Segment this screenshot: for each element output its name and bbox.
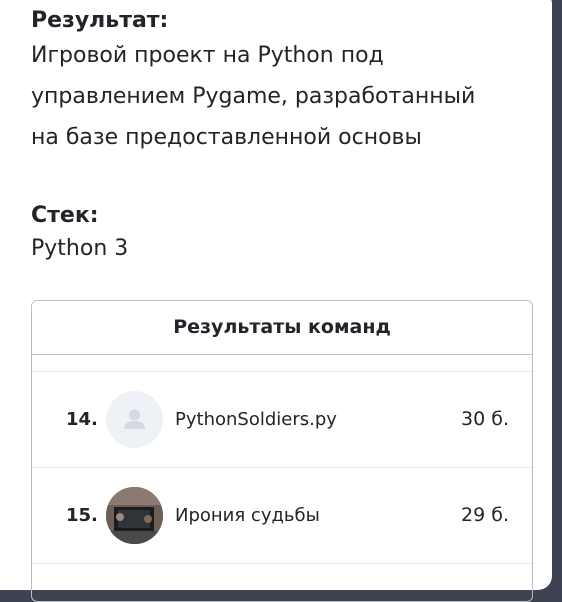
team-name[interactable]: Ирония судьбы — [175, 468, 320, 563]
stack-value: Python 3 — [31, 236, 129, 261]
row-divider — [32, 563, 532, 564]
table-row[interactable]: 14. PythonSoldiers.py 30 б. — [32, 372, 532, 467]
team-results-header: Результаты команд — [32, 301, 532, 355]
team-results-list[interactable]: 14. PythonSoldiers.py 30 б. 15. Ирония с… — [32, 355, 532, 564]
team-name[interactable]: PythonSoldiers.py — [175, 372, 337, 467]
team-rank: 15. — [66, 505, 98, 526]
result-line: управлением Pygame, разработанный — [31, 84, 476, 109]
result-heading: Результат: — [31, 8, 169, 33]
list-top-spacer — [32, 355, 532, 371]
table-row[interactable]: 15. Ирония судьбы 29 б. — [32, 468, 532, 563]
user-placeholder-icon — [106, 391, 163, 448]
team-rank: 14. — [66, 409, 98, 430]
result-line: Игровой проект на Python под — [31, 43, 384, 68]
team-results-panel: Результаты команд 14. PythonSoldiers.py … — [31, 300, 533, 602]
team-photo-avatar — [106, 487, 163, 544]
team-score: 29 б. — [461, 504, 509, 526]
team-score: 30 б. — [461, 408, 509, 430]
result-description: Игровой проект на Python под управлением… — [31, 35, 531, 158]
project-card: Результат: Игровой проект на Python под … — [0, 0, 552, 602]
result-line: на базе предоставленной основы — [31, 125, 422, 150]
stack-heading: Стек: — [31, 203, 99, 228]
